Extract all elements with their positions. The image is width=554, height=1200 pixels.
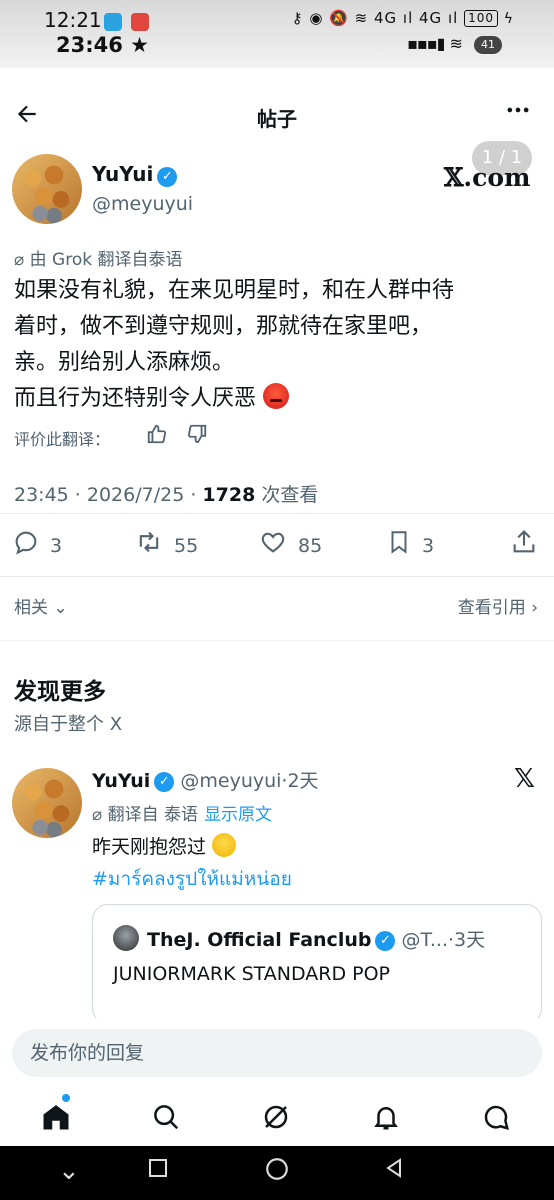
translation-note: ⌀ 由 Grok 翻译自泰语 xyxy=(14,250,183,270)
author-handle[interactable]: @meyuyui xyxy=(92,193,193,215)
system-navigation-bar: ⌄ xyxy=(0,1146,554,1200)
home-icon[interactable] xyxy=(36,1102,76,1139)
search-icon[interactable] xyxy=(146,1102,186,1139)
status-time-secondary: 23:46 ★ xyxy=(56,33,149,57)
tweet2-text: 昨天刚抱怨过 xyxy=(92,832,237,859)
translation-note: ⌀ 翻译自 泰语 显示原文 xyxy=(92,805,273,825)
discover-title: 发现更多 xyxy=(14,679,106,705)
x-logo-icon: 𝕏 xyxy=(514,764,535,794)
reply-icon xyxy=(12,528,40,563)
status-time: 12:21 xyxy=(44,8,102,32)
bookmark-icon xyxy=(386,528,412,563)
views-count: 1728 xyxy=(202,484,256,506)
verified-badge-icon: ✓ xyxy=(375,930,396,951)
status-icons: ⚷ ◉ 🔕 ≋ 4G ıl 4G ıl 100 ϟ xyxy=(291,9,514,27)
grok-icon[interactable] xyxy=(256,1102,296,1139)
rate-translation-label: 评价此翻译： xyxy=(14,430,111,449)
battery-icon: 100 xyxy=(464,10,498,27)
thumbs-down-icon[interactable] xyxy=(186,423,208,450)
app-notification-icon xyxy=(131,12,150,31)
avatar xyxy=(113,925,139,951)
divider xyxy=(0,513,554,514)
chevron-down-icon: ⌄ xyxy=(53,598,68,618)
home-circle-icon[interactable] xyxy=(264,1156,290,1189)
discover-subtitle: 源自于整个 X xyxy=(14,714,123,735)
bottom-tab-bar xyxy=(0,1090,554,1146)
status-icons-secondary: ▪▪▪▮ ≋ 41 xyxy=(407,34,502,54)
view-quotes-link[interactable]: 查看引用 › xyxy=(458,593,538,618)
hashtag-link[interactable]: #มาร์คลงรูปให้แม่หน่อย xyxy=(92,864,292,894)
back-arrow-icon[interactable] xyxy=(14,101,42,129)
notification-dot xyxy=(62,1094,70,1102)
top-header: 帖子 xyxy=(0,90,554,142)
avatar[interactable] xyxy=(12,768,82,838)
share-button[interactable] xyxy=(510,528,538,563)
page-title: 帖子 xyxy=(257,107,297,131)
status-bar: 12:21 23:46 ★ ⚷ ◉ 🔕 ≋ 4G ıl 4G ıl 100 ϟ … xyxy=(0,0,554,68)
section-divider xyxy=(0,640,554,641)
divider xyxy=(0,576,554,577)
message-icon[interactable] xyxy=(476,1102,516,1139)
grok-icon: ⌀ xyxy=(14,250,25,270)
reply-button[interactable]: 3 xyxy=(12,528,62,563)
tweet-text: 如果没有礼貌，在来见明星时，和在人群中待 着时，做不到遵守规则，那就待在家里吧，… xyxy=(14,278,455,411)
telegram-icon xyxy=(104,12,122,31)
show-original-link[interactable]: 显示原文 xyxy=(204,805,272,825)
bell-icon[interactable] xyxy=(366,1102,406,1139)
display-name: YuYui xyxy=(92,162,154,186)
recents-icon[interactable] xyxy=(146,1156,170,1187)
quoted-tweet-card[interactable]: TheJ. Official Fanclub ✓ @T...·3天 JUNIORM… xyxy=(92,904,542,1024)
reply-input[interactable]: 发布你的回复 xyxy=(12,1029,542,1077)
unamused-emoji-icon xyxy=(212,833,237,857)
thumbs-up-icon[interactable] xyxy=(146,423,168,450)
share-icon xyxy=(510,528,538,563)
tweet2-header[interactable]: YuYui ✓ @meyuyui·2天 xyxy=(92,766,319,793)
verified-badge-icon: ✓ xyxy=(157,166,178,187)
battery-secondary-icon: 41 xyxy=(474,35,502,54)
retweet-icon xyxy=(134,528,164,563)
tweet-actions: 3 55 85 3 xyxy=(0,528,554,564)
author-name[interactable]: YuYui ✓ xyxy=(92,162,178,187)
tweet-meta: 23:45 · 2026/7/25 · 1728 次查看 xyxy=(14,484,319,506)
handle-time: @meyuyui·2天 xyxy=(180,770,319,792)
angry-emoji-icon xyxy=(263,383,290,409)
related-dropdown[interactable]: 相关 ⌄ xyxy=(14,593,68,618)
verified-badge-icon: ✓ xyxy=(154,771,175,792)
back-triangle-icon[interactable] xyxy=(382,1156,406,1187)
avatar[interactable] xyxy=(12,154,82,224)
like-button[interactable]: 85 xyxy=(258,528,322,563)
quote-header: TheJ. Official Fanclub ✓ @T...·3天 xyxy=(147,929,486,951)
bookmark-button[interactable]: 3 xyxy=(386,528,434,563)
heart-icon xyxy=(258,528,288,563)
display-name: YuYui xyxy=(92,770,151,792)
chevron-down-icon[interactable]: ⌄ xyxy=(58,1156,80,1186)
retweet-button[interactable]: 55 xyxy=(134,528,198,563)
x-com-logo: 𝕏.com xyxy=(444,163,531,192)
notification-icons xyxy=(100,11,150,31)
quote-text: JUNIORMARK STANDARD POP xyxy=(113,963,391,985)
grok-icon: ⌀ xyxy=(92,805,103,825)
reply-bar: 发布你的回复 xyxy=(0,1018,554,1088)
more-dots-icon[interactable] xyxy=(504,96,532,131)
chevron-right-icon: › xyxy=(531,598,538,618)
